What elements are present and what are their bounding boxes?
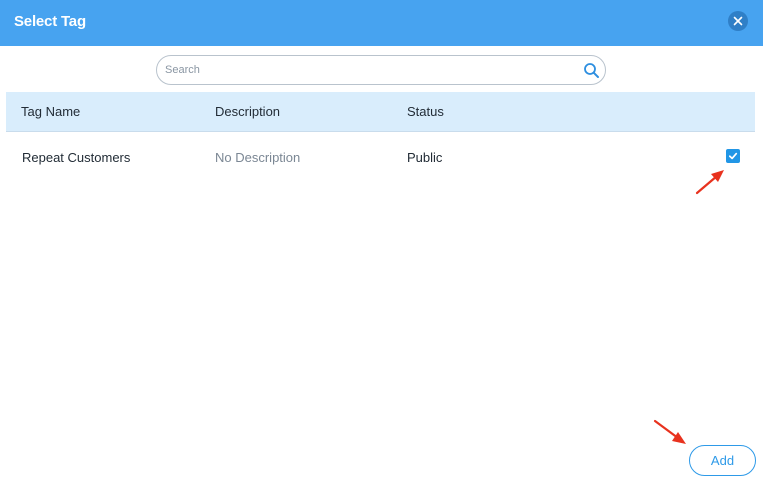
status-cell: Public	[407, 150, 443, 165]
select-tag-dialog: Select Tag Tag Name Description Status R…	[0, 0, 763, 482]
dialog-title: Select Tag	[14, 13, 86, 30]
dialog-header: Select Tag	[0, 0, 763, 46]
table-header: Tag Name Description Status	[6, 92, 755, 132]
close-button[interactable]	[728, 11, 748, 31]
tag-name-cell: Repeat Customers	[22, 150, 131, 165]
close-icon	[733, 16, 743, 26]
row-select-checkbox[interactable]	[726, 149, 740, 163]
search-icon[interactable]	[583, 62, 600, 79]
description-cell: No Description	[215, 150, 301, 165]
column-header-tag-name: Tag Name	[21, 104, 81, 119]
table-row[interactable]: Repeat Customers No Description Public	[6, 133, 755, 181]
search-box	[156, 55, 606, 85]
annotation-arrow-add-icon	[653, 419, 686, 444]
add-button[interactable]: Add	[689, 445, 756, 476]
search-input[interactable]	[165, 60, 575, 80]
column-header-description: Description	[215, 104, 281, 119]
check-icon	[728, 152, 738, 160]
column-header-status: Status	[407, 104, 444, 119]
